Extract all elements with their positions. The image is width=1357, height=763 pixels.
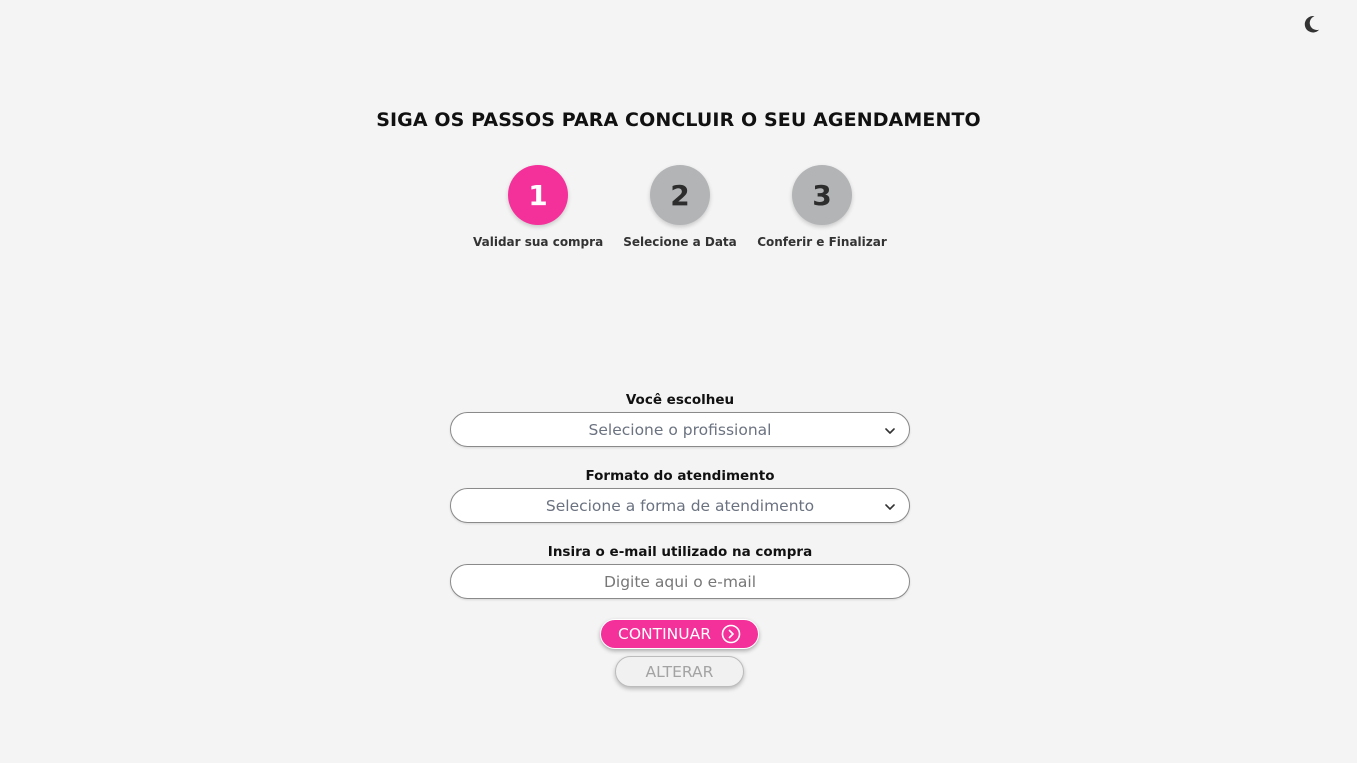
- step-1: 1 Validar sua compra: [473, 165, 603, 249]
- professional-select[interactable]: Selecione o profissional: [450, 412, 910, 447]
- format-label: Formato do atendimento: [585, 468, 775, 484]
- continue-button[interactable]: CONTINUAR: [600, 619, 759, 649]
- step-1-label: Validar sua compra: [473, 235, 604, 249]
- moon-icon[interactable]: [1299, 12, 1323, 36]
- arrow-right-circle-icon: [721, 624, 741, 644]
- email-label: Insira o e-mail utilizado na compra: [547, 544, 813, 560]
- email-field[interactable]: [451, 564, 909, 599]
- scheduling-page: SIGA OS PASSOS PARA CONCLUIR O SEU AGEND…: [0, 0, 1357, 763]
- page-title: SIGA OS PASSOS PARA CONCLUIR O SEU AGEND…: [376, 109, 981, 131]
- chevron-down-icon: [885, 504, 895, 510]
- chevron-down-icon: [885, 428, 895, 434]
- alter-button[interactable]: ALTERAR: [615, 656, 744, 687]
- alter-button-label: ALTERAR: [645, 662, 714, 681]
- format-select[interactable]: Selecione a forma de atendimento: [450, 488, 910, 523]
- step-3-number: 3: [792, 165, 852, 225]
- step-2-label: Selecione a Data: [623, 235, 737, 249]
- email-field-wrapper: [450, 564, 910, 599]
- continue-button-label: CONTINUAR: [618, 625, 711, 643]
- step-3-label: Conferir e Finalizar: [757, 235, 887, 249]
- step-2: 2 Selecione a Data: [615, 165, 745, 249]
- step-2-number: 2: [650, 165, 710, 225]
- professional-label: Você escolheu: [625, 392, 735, 408]
- format-select-value: Selecione a forma de atendimento: [545, 496, 815, 515]
- professional-select-value: Selecione o profissional: [588, 420, 772, 439]
- step-1-number: 1: [508, 165, 568, 225]
- step-3: 3 Conferir e Finalizar: [757, 165, 887, 249]
